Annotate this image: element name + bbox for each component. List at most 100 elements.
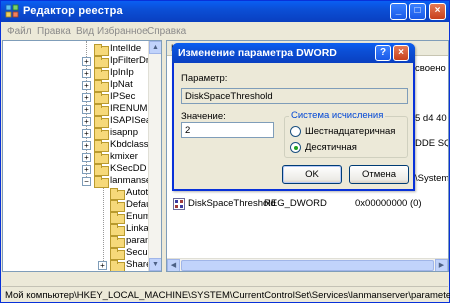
folder-icon bbox=[94, 128, 109, 140]
folder-icon bbox=[94, 68, 109, 80]
tree-item-label: IntelIde bbox=[110, 43, 142, 54]
tree-item-kbdclass[interactable]: + Kbdclass bbox=[3, 139, 151, 152]
folder-icon bbox=[94, 152, 109, 164]
base-group-label: Система исчисления bbox=[289, 110, 386, 121]
scroll-right-arrow-icon[interactable]: ▶ bbox=[435, 259, 448, 271]
tree-item-ksecdd[interactable]: + KSecDD bbox=[3, 163, 151, 176]
tree-item-defaults[interactable]: DefaultS bbox=[3, 199, 161, 212]
menu-edit[interactable]: Правка bbox=[37, 26, 71, 37]
tree-item-label: kmixer bbox=[110, 151, 138, 162]
tree-item-parameters[interactable]: parameters bbox=[3, 235, 161, 248]
tree-item-ipinip[interactable]: + IpInIp bbox=[3, 67, 151, 80]
tree-item-intelide[interactable]: IntelIde bbox=[3, 43, 151, 56]
menu-favorites[interactable]: Избранное bbox=[97, 26, 148, 37]
tree-item-ipnat[interactable]: + IpNat bbox=[3, 79, 151, 92]
tree-item-label: Kbdclass bbox=[110, 139, 149, 150]
value-input-text: 2 bbox=[185, 125, 191, 136]
folder-icon bbox=[110, 236, 125, 248]
tree-item-label: IpInIp bbox=[110, 67, 134, 78]
radio-hex[interactable]: Шестнадцатеричная bbox=[290, 125, 405, 138]
expand-icon[interactable]: + bbox=[98, 261, 107, 270]
expand-icon[interactable]: + bbox=[82, 141, 91, 150]
registry-tree[interactable]: IntelIde + IpFilterDriver + IpInIp + IpN… bbox=[2, 40, 162, 272]
tree-item-isapisearch[interactable]: + ISAPISearch bbox=[3, 115, 161, 128]
status-bar: Мой компьютер\HKEY_LOCAL_MACHINE\SYSTEM\… bbox=[2, 286, 450, 302]
dialog-title: Изменение параметра DWORD bbox=[178, 47, 337, 59]
tree-item-label: KSecDD bbox=[110, 163, 147, 174]
dialog-close-button[interactable]: × bbox=[393, 45, 409, 61]
list-row-diskspacethreshold[interactable]: DiskSpaceThreshold REG_DWORD 0x00000000 … bbox=[167, 197, 448, 211]
tree-item-label: IRENUM bbox=[110, 103, 148, 114]
radio-dec-circle[interactable] bbox=[290, 142, 301, 153]
expand-icon[interactable]: + bbox=[82, 69, 91, 78]
edit-dword-dialog: Изменение параметра DWORD ? × Параметр: … bbox=[172, 43, 415, 191]
value-fragment: DDE SQL| bbox=[415, 138, 448, 149]
expand-icon[interactable]: + bbox=[82, 153, 91, 162]
tree-item-autotuned[interactable]: Autotuned bbox=[3, 187, 161, 200]
ok-button[interactable]: OK bbox=[282, 165, 342, 184]
scroll-left-arrow-icon[interactable]: ◀ bbox=[167, 259, 180, 271]
menu-bar: Файл Правка Вид Избранное Справка bbox=[2, 23, 448, 40]
tree-item-shares[interactable]: + Shares bbox=[3, 259, 156, 271]
regedit-app-icon bbox=[5, 4, 19, 18]
tree-item-irenum[interactable]: + IRENUM bbox=[3, 103, 151, 116]
close-button[interactable]: × bbox=[429, 3, 446, 20]
radio-hex-label: Шестнадцатеричная bbox=[305, 126, 396, 137]
base-groupbox: Система исчисления Шестнадцатеричная Дес… bbox=[284, 110, 408, 158]
folder-icon bbox=[94, 56, 109, 68]
folder-icon bbox=[94, 92, 109, 104]
tree-item-ipfilterdriver[interactable]: + IpFilterDriver bbox=[3, 55, 161, 68]
expand-icon[interactable]: + bbox=[82, 57, 91, 66]
tree-item-ipsec[interactable]: + IPSec bbox=[3, 91, 151, 104]
scroll-down-arrow-icon[interactable]: ▼ bbox=[149, 258, 161, 271]
value-name: DiskSpaceThreshold bbox=[188, 198, 276, 209]
value-label: Значение: bbox=[181, 111, 226, 122]
folder-icon bbox=[94, 104, 109, 116]
tree-item-label: isapnp bbox=[110, 127, 138, 138]
expand-icon[interactable]: + bbox=[82, 105, 91, 114]
expand-icon[interactable]: + bbox=[82, 129, 91, 138]
value-type: REG_DWORD bbox=[264, 198, 327, 209]
param-label: Параметр: bbox=[181, 73, 228, 84]
tree-vertical-scrollbar[interactable]: ▲ ▼ bbox=[148, 41, 161, 271]
menu-file[interactable]: Файл bbox=[7, 26, 32, 37]
param-name-field: DiskSpaceThreshold bbox=[181, 88, 408, 104]
tree-item-kmixer[interactable]: + kmixer bbox=[3, 151, 151, 164]
title-bar[interactable]: Редактор реестра _ □ × bbox=[1, 1, 449, 22]
dword-value-icon bbox=[173, 198, 185, 210]
tree-item-linkage[interactable]: Linkage bbox=[3, 223, 159, 236]
list-horizontal-scrollbar[interactable]: ◀ ▶ bbox=[167, 258, 448, 271]
folder-icon bbox=[110, 224, 125, 236]
tree-item-isapnp[interactable]: + isapnp bbox=[3, 127, 151, 140]
folder-icon bbox=[110, 188, 125, 200]
expand-icon[interactable]: + bbox=[82, 93, 91, 102]
maximize-button[interactable]: □ bbox=[409, 3, 426, 20]
expand-icon[interactable]: + bbox=[82, 165, 91, 174]
menu-help[interactable]: Справка bbox=[147, 26, 186, 37]
tree-item-security[interactable]: Security bbox=[3, 247, 160, 260]
value-input[interactable]: 2 bbox=[181, 122, 274, 138]
value-fragment: 5 d4 40 b bbox=[415, 113, 448, 124]
scroll-thumb[interactable] bbox=[181, 260, 434, 271]
radio-dec[interactable]: Десятичная bbox=[290, 141, 405, 154]
value-data: 0x00000000 (0) bbox=[355, 198, 422, 209]
tree-item-lanmanserver[interactable]: − lanmanserver bbox=[3, 175, 161, 188]
expand-icon[interactable]: + bbox=[82, 81, 91, 90]
tree-item-label: IPSec bbox=[110, 91, 136, 102]
scroll-up-arrow-icon[interactable]: ▲ bbox=[149, 41, 161, 54]
cancel-button[interactable]: Отмена bbox=[349, 165, 409, 184]
help-button[interactable]: ? bbox=[375, 45, 391, 61]
folder-icon bbox=[110, 260, 125, 271]
status-path: Мой компьютер\HKEY_LOCAL_MACHINE\SYSTEM\… bbox=[5, 290, 450, 301]
open-folder-icon bbox=[94, 176, 109, 188]
menu-view[interactable]: Вид bbox=[76, 26, 94, 37]
tree-item-label: IpNat bbox=[110, 79, 133, 90]
folder-icon bbox=[110, 248, 125, 260]
collapse-icon[interactable]: − bbox=[82, 177, 91, 186]
radio-hex-circle[interactable] bbox=[290, 126, 301, 137]
minimize-button[interactable]: _ bbox=[390, 3, 407, 20]
folder-icon bbox=[94, 44, 109, 56]
tree-item-enum[interactable]: Enum bbox=[3, 211, 151, 224]
expand-icon[interactable]: + bbox=[82, 117, 91, 126]
dialog-title-bar[interactable]: Изменение параметра DWORD ? × bbox=[172, 43, 415, 63]
